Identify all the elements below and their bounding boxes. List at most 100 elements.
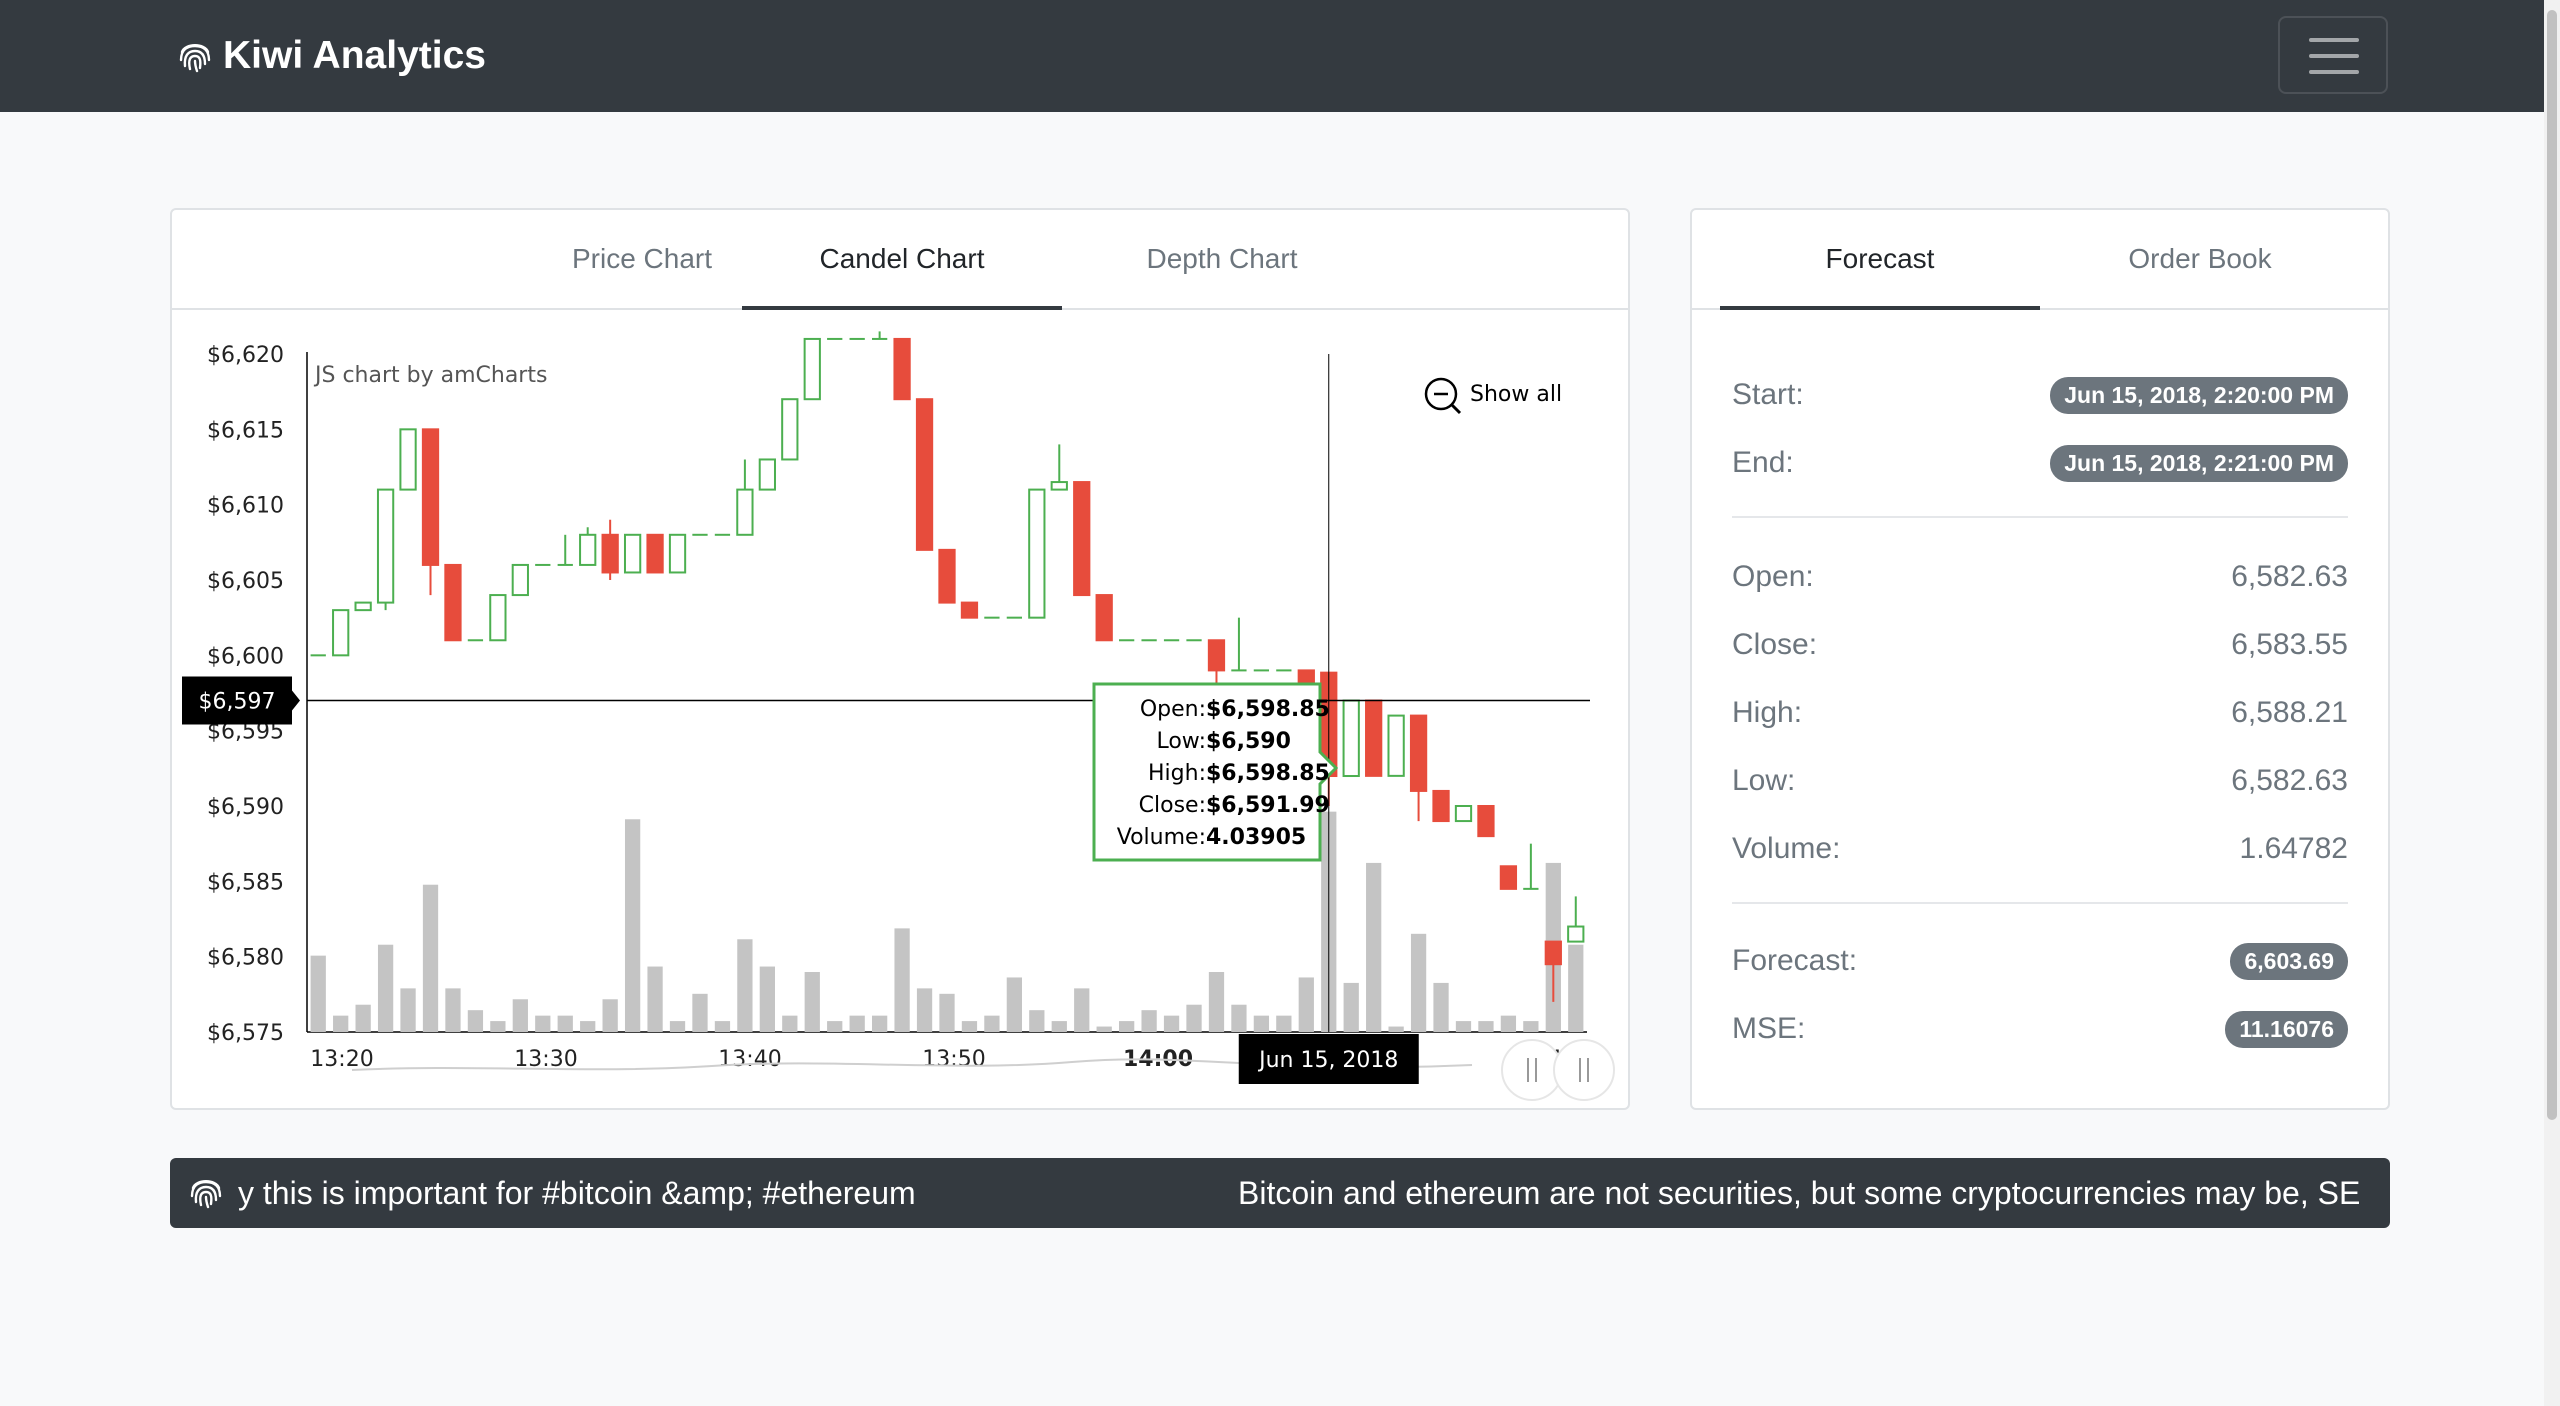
volume-bar	[1455, 1021, 1472, 1032]
candle-body	[668, 533, 687, 574]
volume-bar	[1163, 1015, 1180, 1032]
candle-body	[489, 594, 507, 642]
tooltip-value: 4.03905	[1206, 825, 1306, 850]
chart-card: Price Chart Candel Chart Depth Chart $6,…	[170, 208, 1630, 1110]
volume-bar	[1253, 1015, 1270, 1032]
candle-body	[803, 337, 821, 401]
hamburger-icon	[2309, 54, 2359, 58]
candle-body	[1432, 789, 1450, 823]
page-scrollbar[interactable]	[2544, 0, 2560, 1406]
end-row: End: Jun 15, 2018, 2:21:00 PM	[1732, 438, 2348, 488]
candle-body	[893, 337, 911, 401]
tooltip-label: Open:	[1140, 697, 1206, 722]
candle-body	[646, 533, 664, 574]
tab-candel-chart[interactable]: Candel Chart	[742, 210, 1062, 310]
y-axis-label: $6,575	[207, 1021, 284, 1046]
tab-forecast[interactable]: Forecast	[1720, 210, 2040, 310]
high-label: High:	[1732, 696, 1803, 729]
side-tabs: Forecast Order Book	[1692, 210, 2388, 310]
volume-bar	[1388, 1026, 1404, 1032]
candle-body	[354, 601, 372, 612]
candle-body	[915, 398, 934, 551]
low-value: 6,582.63	[2231, 764, 2348, 797]
tooltip-label: Close:	[1139, 793, 1206, 818]
crosshair-price-label: $6,597	[199, 690, 276, 715]
candle-body	[376, 488, 395, 604]
volume-bar	[445, 988, 461, 1032]
y-axis-label: $6,605	[207, 569, 284, 594]
volume-bar	[1029, 1010, 1045, 1032]
candle-body	[960, 601, 979, 619]
brand[interactable]: Kiwi Analytics	[175, 26, 486, 86]
candle-body	[938, 548, 956, 604]
end-badge: Jun 15, 2018, 2:21:00 PM	[2050, 444, 2348, 482]
open-label: Open:	[1732, 560, 1814, 593]
tooltip-value: $6,598.85	[1206, 761, 1330, 786]
volume-bar	[827, 1021, 843, 1032]
volume-bar	[1500, 1015, 1517, 1032]
volume-bar	[1096, 1026, 1112, 1032]
zoom-out-icon	[1450, 403, 1462, 415]
start-badge: Jun 15, 2018, 2:20:00 PM	[2050, 376, 2348, 414]
tab-depth-chart[interactable]: Depth Chart	[1062, 210, 1382, 308]
show-all-button: Show all	[1470, 382, 1562, 407]
fingerprint-icon	[179, 44, 211, 73]
volume-bar	[1568, 944, 1584, 1032]
volume-bar	[1208, 972, 1225, 1032]
volume-bar	[984, 1015, 1000, 1032]
volume-bar	[1074, 988, 1090, 1032]
chart-tabs: Price Chart Candel Chart Depth Chart	[172, 210, 1628, 310]
tooltip-value: $6,591.99	[1206, 793, 1330, 818]
volume-bar	[535, 1015, 551, 1032]
volume-bar	[647, 966, 663, 1032]
candle-body	[623, 533, 642, 574]
candle-body	[1050, 481, 1068, 491]
volume-bar	[377, 944, 394, 1032]
y-axis-label: $6,600	[207, 644, 284, 669]
candle-body	[1028, 488, 1046, 619]
volume-bar	[1186, 1004, 1202, 1032]
high-value: 6,588.21	[2231, 696, 2348, 729]
volume-bar	[782, 1015, 798, 1032]
fingerprint-icon	[190, 1180, 222, 1209]
forecast-label: Forecast:	[1732, 944, 1858, 977]
volume-bar	[1366, 862, 1382, 1032]
brand-name: Kiwi Analytics	[223, 34, 486, 77]
scrollbar-thumb[interactable]	[2547, 10, 2557, 1120]
forecast-row: Forecast: 6,603.69	[1732, 936, 2348, 986]
volume-bar	[939, 993, 955, 1032]
y-axis-label: $6,580	[207, 946, 284, 971]
close-value: 6,583.55	[2231, 628, 2348, 661]
x-axis-label: 13:50	[922, 1047, 985, 1072]
low-label: Low:	[1732, 764, 1796, 797]
volume-bar	[512, 999, 528, 1032]
volume-bar	[804, 972, 820, 1032]
menu-toggle-button[interactable]	[2278, 16, 2388, 94]
x-axis-label: 13:40	[718, 1047, 781, 1072]
volume-bar	[310, 955, 326, 1032]
volume-bar	[1006, 977, 1023, 1032]
y-axis-label: $6,620	[207, 343, 284, 368]
close-row: Close: 6,583.55	[1732, 620, 2348, 670]
volume-bar	[1051, 1021, 1067, 1032]
tab-order-book[interactable]: Order Book	[2040, 210, 2360, 308]
volume-bar	[1141, 1010, 1157, 1032]
amcharts-credit: JS chart by amCharts	[313, 363, 547, 388]
volume-bar	[759, 966, 775, 1032]
volume-bar	[467, 1010, 484, 1032]
start-label: Start:	[1732, 378, 1804, 411]
candle-body	[736, 488, 754, 536]
volume-bar	[849, 1015, 865, 1032]
tooltip-label: Low:	[1156, 729, 1206, 754]
candlestick-chart[interactable]: $6,620$6,615$6,610$6,605$6,600$6,595$6,5…	[172, 310, 1628, 1108]
volume-bar	[624, 819, 641, 1032]
x-axis-label: 13:20	[310, 1047, 373, 1072]
volume-bar	[355, 1004, 371, 1032]
volume-bar	[1523, 1021, 1539, 1032]
candle-body	[1544, 940, 1562, 966]
ticker-item[interactable]: Bitcoin and ethereum are not securities,…	[1238, 1158, 2360, 1228]
ticker-item[interactable]: y this is important for #bitcoin &amp; #…	[238, 1158, 916, 1228]
volume-bar	[557, 1015, 573, 1032]
ticker-window: y this is important for #bitcoin &amp; #…	[238, 1158, 2384, 1228]
hamburger-icon	[2309, 38, 2359, 42]
